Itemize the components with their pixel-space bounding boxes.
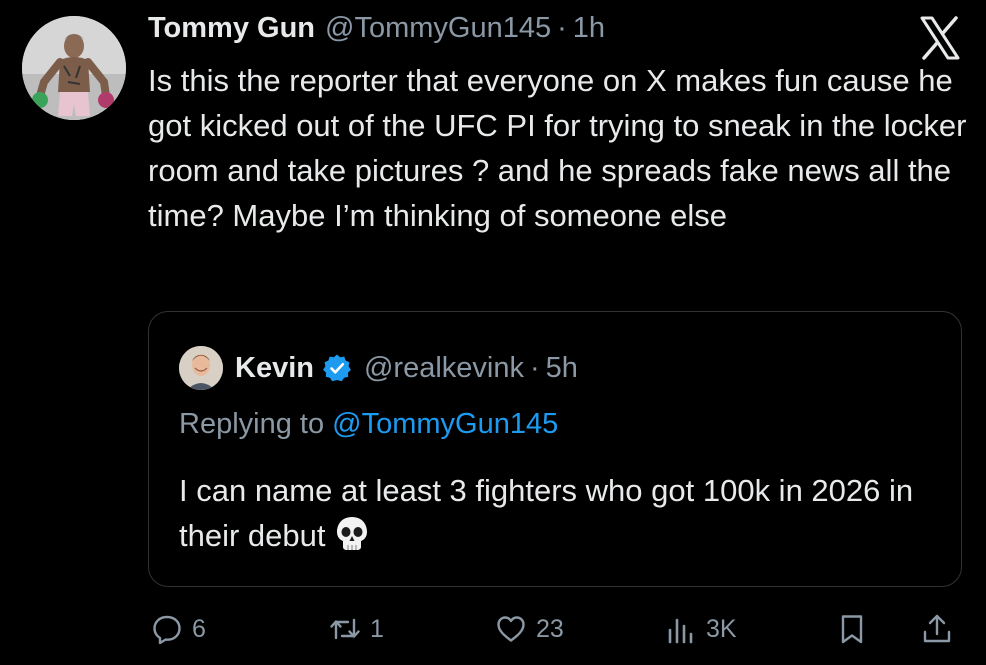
views-button[interactable]: 3K [664,609,737,649]
repost-button[interactable]: 1 [328,609,384,649]
author-avatar-image [22,16,126,120]
bookmark-icon [841,615,863,644]
header-separator: · [557,12,567,44]
x-logo-icon [916,14,964,62]
verified-badge-icon [323,354,351,382]
share-button[interactable] [920,609,954,649]
skull-emoji-icon [336,517,367,550]
bookmark-button[interactable] [835,609,869,649]
reply-button[interactable]: 6 [150,609,206,649]
quoted-author-handle[interactable]: @realkevink [364,352,524,385]
repost-icon [330,618,360,640]
reply-icon [153,615,181,645]
heart-icon [497,616,525,642]
replying-to-line: Replying to @TommyGun145 [179,408,558,441]
quoted-tweet-text: I can name at least 3 fighters who got 1… [179,468,939,558]
reply-count: 6 [192,614,206,643]
tweet-text: Is this the reporter that everyone on X … [148,63,967,233]
views-count: 3K [706,614,737,643]
replying-to-label: Replying to [179,408,333,440]
quoted-tweet-text-body: I can name at least 3 fighters who got 1… [179,473,914,553]
author-avatar[interactable] [22,16,126,120]
tweet-header: Tommy Gun @TommyGun145 · 1h [148,12,605,52]
quoted-author-avatar-image [179,346,223,390]
author-handle[interactable]: @TommyGun145 [325,12,551,45]
quoted-tweet-header: Kevin @realkevink · 5h [235,346,578,390]
tweet-timestamp[interactable]: 1h [573,12,605,45]
author-display-name[interactable]: Tommy Gun [148,12,315,45]
repost-count: 1 [370,614,384,643]
quoted-tweet[interactable]: Kevin @realkevink · 5h Replying to @Tomm… [148,311,962,587]
tweet-action-bar: 6 1 23 3K [0,605,986,655]
quoted-header-separator: · [529,351,540,384]
like-count: 23 [536,614,564,643]
quoted-tweet-timestamp[interactable]: 5h [546,352,578,385]
views-bar-chart-icon [668,618,693,644]
share-icon [923,614,951,643]
replying-to-mention[interactable]: @TommyGun145 [332,408,558,440]
quoted-author-display-name[interactable]: Kevin [235,352,314,385]
quoted-author-avatar[interactable] [179,346,223,390]
like-button[interactable]: 23 [494,609,564,649]
